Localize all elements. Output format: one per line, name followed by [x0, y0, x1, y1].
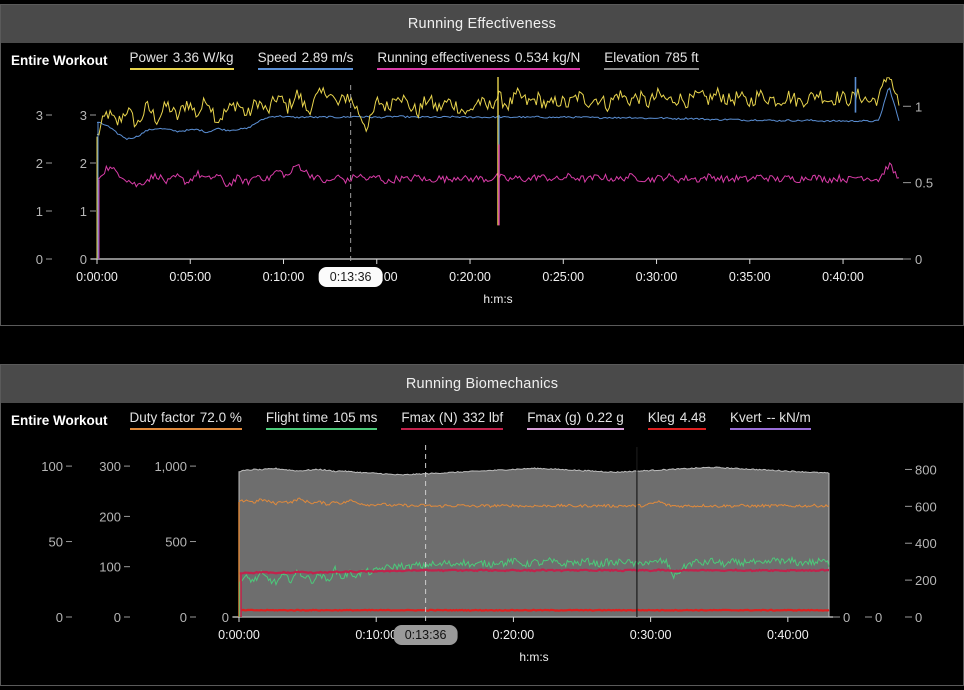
y-axis-right-elevation-tick: 0 — [915, 610, 922, 625]
panel-running-biomechanics: Running Biomechanics Entire Workout Duty… — [0, 364, 964, 686]
y-axis-right-elevation-tick: 400 — [915, 536, 937, 551]
x-axis-tick-label: 0:25:00 — [542, 270, 584, 284]
legend-value-duty-factor: 72.0 % — [200, 410, 242, 425]
x-axis-tick-label: 0:30:00 — [630, 628, 672, 642]
series-area-elevation — [239, 467, 829, 617]
legend-value-speed: 2.89 m/s — [302, 50, 354, 65]
chart-svg-running-biomechanics[interactable]: 0 50 100 0 100 200 300 0 500 1,000 0 0 0 0 200 400 600 80… — [1, 437, 963, 685]
legend-value-power: 3.36 W/kg — [173, 50, 234, 65]
y-axis-right-tick: 0 — [915, 252, 922, 267]
y-axis-right-tick: 1 — [915, 99, 922, 114]
legend-running-biomechanics: Entire Workout Duty factor 72.0 % Flight … — [1, 403, 963, 437]
y-axis-left-fmax-n-tick: 500 — [165, 535, 187, 550]
legend-value-elevation: 785 ft — [665, 50, 699, 65]
legend-value-fmax-g: 0.22 g — [586, 410, 624, 425]
legend-label-fmax-g: Fmax (g) — [527, 410, 581, 425]
legend-value-running-effectiveness: 0.534 kg/N — [515, 50, 580, 65]
y-axis-right-elevation-tick: 600 — [915, 499, 937, 514]
legend-value-kvert: -- kN/m — [767, 410, 811, 425]
x-axis-tick-label: 0:40:00 — [767, 628, 809, 642]
cursor-badge-label: 0:13:36 — [330, 270, 372, 284]
legend-value-fmax-n: 332 lbf — [463, 410, 504, 425]
y-axis-right-elevation-tick: 200 — [915, 573, 937, 588]
y-axis-right-tick: 0.5 — [915, 176, 933, 191]
y-axis-left-flight-time-tick: 0 — [114, 610, 121, 625]
legend-label-speed: Speed — [258, 50, 297, 65]
legend-label-kvert: Kvert — [730, 410, 762, 425]
plot-area-running-effectiveness[interactable]: 0123012300.510:00:000:05:000:10:000:15:0… — [1, 77, 963, 325]
y-axis-left-2-tick: 1 — [80, 204, 87, 219]
y-axis-left-fmax-g-tick: 0 — [56, 610, 63, 625]
legend-item-fmax-g[interactable]: Fmax (g) 0.22 g — [527, 410, 624, 430]
panel-running-effectiveness: Running Effectiveness Entire Workout Pow… — [0, 4, 964, 326]
legend-label-kleg: Kleg — [648, 410, 675, 425]
x-axis-unit-label: h:m:s — [483, 292, 512, 306]
legend-item-duty-factor[interactable]: Duty factor 72.0 % — [130, 410, 242, 430]
x-axis-tick-label: 0:00:00 — [76, 270, 118, 284]
y-axis-left-1-tick: 0 — [36, 252, 43, 267]
x-axis-tick-label: 0:30:00 — [636, 270, 678, 284]
legend-running-effectiveness: Entire Workout Power 3.36 W/kg Speed 2.89 … — [1, 43, 963, 77]
y-axis-right-elevation-tick: 800 — [915, 462, 937, 477]
y-axis-left-2-tick: 3 — [80, 108, 87, 123]
series-line-kleg — [239, 610, 829, 611]
legend-item-running-effectiveness[interactable]: Running effectiveness 0.534 kg/N — [377, 50, 580, 70]
legend-label-elevation: Elevation — [604, 50, 660, 65]
legend-item-fmax-n[interactable]: Fmax (N) 332 lbf — [401, 410, 503, 430]
legend-item-elevation[interactable]: Elevation 785 ft — [604, 50, 698, 70]
y-axis-right-duty-factor-tick: 0 — [875, 610, 882, 625]
x-axis-tick-label: 0:10:00 — [263, 270, 305, 284]
legend-label-running-effectiveness: Running effectiveness — [377, 50, 510, 65]
cursor-badge-label: 0:13:36 — [405, 628, 447, 642]
y-axis-left-2-tick: 0 — [80, 252, 87, 267]
x-axis-unit-label: h:m:s — [519, 650, 548, 664]
legend-item-speed[interactable]: Speed 2.89 m/s — [258, 50, 354, 70]
legend-item-power[interactable]: Power 3.36 W/kg — [130, 50, 234, 70]
x-axis-tick-label: 0:20:00 — [493, 628, 535, 642]
legend-value-flight-time: 105 ms — [333, 410, 377, 425]
y-axis-left-1-tick: 1 — [36, 204, 43, 219]
y-axis-left-flight-time-tick: 100 — [99, 560, 121, 575]
panel-title-running-biomechanics: Running Biomechanics — [1, 365, 963, 403]
y-axis-left-fmax-n-tick: 1,000 — [154, 459, 187, 474]
y-axis-left-1-tick: 2 — [36, 156, 43, 171]
scope-label-entire-workout-2[interactable]: Entire Workout — [11, 413, 108, 428]
x-axis-tick-label: 0:40:00 — [822, 270, 864, 284]
scope-label-entire-workout[interactable]: Entire Workout — [11, 53, 108, 68]
x-axis-tick-label: 0:00:00 — [218, 628, 260, 642]
y-axis-right-kvert-tick: 0 — [843, 610, 850, 625]
panel-title-running-effectiveness: Running Effectiveness — [1, 5, 963, 43]
x-axis-tick-label: 0:10:00 — [355, 628, 397, 642]
x-axis-tick-label: 0:35:00 — [729, 270, 771, 284]
legend-label-duty-factor: Duty factor — [130, 410, 195, 425]
x-axis-tick-label: 0:20:00 — [449, 270, 491, 284]
y-axis-left-2-tick: 2 — [80, 156, 87, 171]
y-axis-left-fmax-g-tick: 100 — [41, 459, 63, 474]
legend-label-flight-time: Flight time — [266, 410, 328, 425]
y-axis-left-fmax-n-tick: 0 — [180, 610, 187, 625]
y-axis-left-flight-time-tick: 300 — [99, 459, 121, 474]
legend-label-power: Power — [130, 50, 168, 65]
plot-area-running-biomechanics[interactable]: 0 50 100 0 100 200 300 0 500 1,000 0 0 0 0 200 400 600 80… — [1, 437, 963, 685]
y-axis-left-kleg-tick: 0 — [222, 610, 229, 625]
y-axis-left-fmax-g-tick: 50 — [49, 535, 63, 550]
y-axis-left-flight-time-tick: 200 — [99, 509, 121, 524]
legend-item-kleg[interactable]: Kleg 4.48 — [648, 410, 706, 430]
y-axis-left-1-tick: 3 — [36, 108, 43, 123]
legend-label-fmax-n: Fmax (N) — [401, 410, 457, 425]
legend-item-flight-time[interactable]: Flight time 105 ms — [266, 410, 378, 430]
chart-svg-running-effectiveness[interactable]: 0123012300.510:00:000:05:000:10:000:15:0… — [1, 77, 963, 325]
legend-item-kvert[interactable]: Kvert -- kN/m — [730, 410, 811, 430]
legend-value-kleg: 4.48 — [680, 410, 706, 425]
x-axis-tick-label: 0:05:00 — [169, 270, 211, 284]
